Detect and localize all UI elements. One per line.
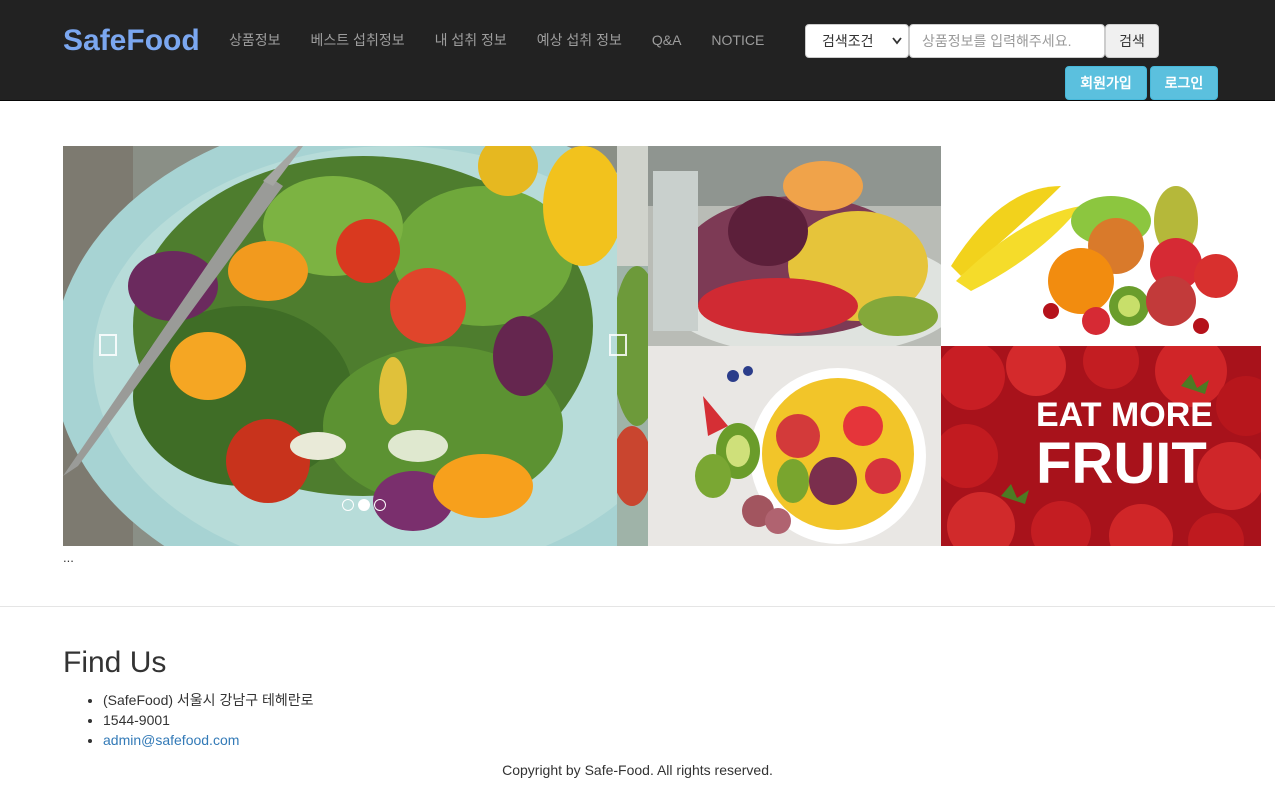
brand-logo[interactable]: SafeFood bbox=[63, 24, 200, 58]
nav-links: 상품정보 베스트 섭취정보 내 섭취 정보 예상 섭취 정보 Q&A NOTIC… bbox=[214, 30, 779, 50]
chevron-down-icon bbox=[892, 25, 902, 71]
salad-image bbox=[63, 146, 617, 546]
email-link[interactable]: admin@safefood.com bbox=[103, 732, 239, 748]
find-us-title: Find Us bbox=[63, 646, 167, 679]
login-button[interactable]: 로그인 bbox=[1150, 66, 1218, 100]
phone-item: 1544-9001 bbox=[103, 710, 314, 730]
carousel-indicator-3[interactable] bbox=[374, 499, 386, 511]
nav-link-my-intake[interactable]: 내 섭취 정보 bbox=[420, 30, 522, 50]
search-condition-value: 검색조건 bbox=[822, 33, 874, 49]
signup-button[interactable]: 회원가입 bbox=[1065, 66, 1147, 100]
chevron-left-icon[interactable] bbox=[99, 334, 117, 356]
carousel-indicator-1[interactable] bbox=[342, 499, 354, 511]
search-button[interactable]: 검색 bbox=[1105, 24, 1159, 58]
search-condition-select[interactable]: 검색조건 bbox=[805, 24, 909, 58]
nav-link-notice[interactable]: NOTICE bbox=[696, 30, 779, 50]
contact-list: (SafeFood) 서울시 강남구 테헤란로 1544-9001 admin@… bbox=[103, 690, 314, 750]
nav-link-expected-intake[interactable]: 예상 섭취 정보 bbox=[522, 30, 637, 50]
search-input[interactable]: 상품정보를 입력해주세요. bbox=[909, 24, 1105, 58]
nav-link-qna[interactable]: Q&A bbox=[637, 30, 697, 50]
nav-link-best-intake[interactable]: 베스트 섭취정보 bbox=[296, 30, 420, 50]
chevron-right-icon[interactable] bbox=[609, 334, 627, 356]
fruit-platter-image bbox=[648, 146, 941, 346]
copyright-text: Copyright by Safe-Food. All rights reser… bbox=[502, 762, 773, 778]
nav-link-product-info[interactable]: 상품정보 bbox=[214, 30, 296, 50]
fruit-assortment-image bbox=[941, 146, 1261, 346]
poster-text-line2: FRUIT bbox=[1036, 431, 1207, 496]
top-navbar: SafeFood 상품정보 베스트 섭취정보 내 섭취 정보 예상 섭취 정보 … bbox=[0, 0, 1275, 101]
carousel-indicator-2[interactable] bbox=[358, 499, 370, 511]
strawberries-image: EAT MORE FRUIT bbox=[941, 346, 1261, 546]
below-carousel-text: ... bbox=[63, 550, 74, 565]
footer-divider bbox=[0, 606, 1275, 607]
fruit-bowl-image bbox=[648, 346, 941, 546]
address-item: (SafeFood) 서울시 강남구 테헤란로 bbox=[103, 690, 314, 710]
email-item: admin@safefood.com bbox=[103, 730, 314, 750]
poster-text-line1: EAT MORE bbox=[1036, 396, 1213, 434]
image-carousel bbox=[63, 146, 648, 546]
carousel-indicators bbox=[342, 499, 386, 511]
